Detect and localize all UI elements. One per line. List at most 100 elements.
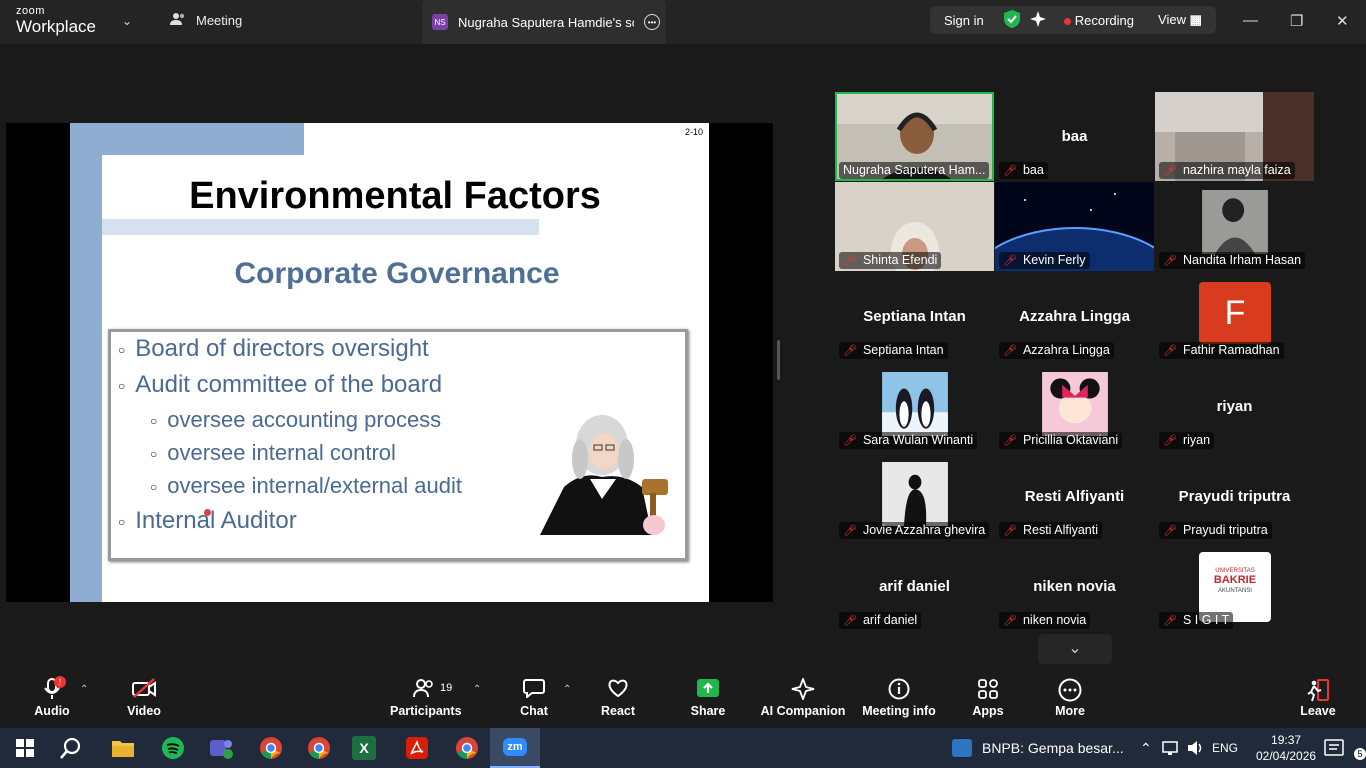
participant-name: Nugraha Saputera Ham... — [839, 162, 989, 179]
logo-line: BAKRIE — [1213, 574, 1257, 586]
share-label: Share — [690, 704, 726, 718]
mic-muted-icon: 🎤︎ — [843, 525, 857, 537]
mic-muted-icon: 🎤︎ — [1163, 165, 1177, 177]
chrome-icon[interactable] — [256, 734, 286, 762]
participant-name-text: Resti Alfiyanti — [1022, 523, 1098, 537]
participant-tile[interactable]: baa 🎤︎ baa — [995, 92, 1154, 181]
participant-name-text: arif daniel — [862, 613, 918, 627]
audio-button[interactable]: Audio ! — [34, 676, 70, 718]
participant-tile[interactable]: 🎤︎ Sara Wulan Winanti — [835, 362, 994, 451]
participant-big-name: Septiana Intan — [863, 308, 966, 325]
sign-in-button[interactable]: Sign in — [944, 13, 984, 28]
restore-icon[interactable]: ❐ — [1290, 12, 1303, 30]
participant-tile[interactable]: arif daniel 🎤︎ arif daniel — [835, 542, 994, 631]
participant-tile[interactable]: 🎤︎ Jovie Azzahra ghevira — [835, 452, 994, 541]
video-button[interactable]: Video — [124, 678, 164, 718]
notification-center-icon[interactable]: 5 — [1324, 728, 1366, 768]
video-off-icon — [124, 678, 164, 704]
spotify-icon[interactable] — [158, 734, 188, 762]
participant-tile[interactable]: riyan 🎤︎ riyan — [1155, 362, 1314, 451]
heart-icon — [598, 678, 638, 704]
participant-tile[interactable]: UNIVERSITAS BAKRIE AKUNTANSI 🎤︎ S I G I T — [1155, 542, 1314, 631]
participant-tile[interactable]: Nugraha Saputera Ham... — [835, 92, 994, 181]
leave-button[interactable]: Leave — [1298, 678, 1338, 718]
participant-name: 🎤︎ Prayudi triputra — [1159, 522, 1272, 539]
participant-tile[interactable]: Prayudi triputra 🎤︎ Prayudi triputra — [1155, 452, 1314, 541]
bullet-item: ○ Board of directors oversight — [118, 335, 429, 362]
clock[interactable]: 19:37 02/04/2026 — [1256, 728, 1316, 768]
recording-indicator[interactable]: Recording — [1063, 13, 1134, 28]
slide-side-bar — [70, 123, 102, 602]
tab-screen-share[interactable]: NS Nugraha Saputera Hamdie's scree ••• — [422, 0, 666, 44]
audio-options-caret-icon[interactable]: ⌃ — [80, 684, 88, 695]
mic-muted-icon: 🎤︎ — [843, 255, 857, 267]
tab-meeting[interactable]: Meeting — [170, 12, 242, 29]
network-icon[interactable] — [1162, 728, 1180, 768]
close-icon[interactable]: ✕ — [1336, 12, 1349, 30]
slide-subtitle: Corporate Governance — [234, 257, 560, 290]
participant-tile[interactable]: 🎤︎ nazhira mayla faiza — [1155, 92, 1314, 181]
ai-companion-button[interactable]: AI Companion — [760, 676, 846, 718]
gallery-scroll-down-icon[interactable]: ⌄ — [1038, 634, 1112, 664]
react-button[interactable]: React — [598, 678, 638, 718]
apps-button[interactable]: Apps — [968, 678, 1008, 718]
slide-page-number: 2-10 — [684, 127, 703, 137]
participant-name: 🎤︎ nazhira mayla faiza — [1159, 162, 1295, 179]
participants-options-caret-icon[interactable]: ⌃ — [473, 684, 481, 695]
participant-avatar — [1042, 372, 1108, 436]
participant-tile[interactable]: 🎤︎ Kevin Ferly — [995, 182, 1154, 271]
initials-badge: NS — [432, 14, 448, 30]
meeting-info-button[interactable]: Meeting info — [860, 678, 938, 718]
excel-icon[interactable]: X — [352, 736, 376, 760]
participants-button[interactable]: Participants 19 — [390, 678, 462, 718]
participant-tile[interactable]: 🎤︎ Nandita Irham Hasan — [1155, 182, 1314, 271]
bullet-text: Board of directors oversight — [135, 335, 429, 362]
chat-button[interactable]: Chat — [516, 678, 552, 718]
minimize-icon[interactable]: — — [1243, 12, 1258, 29]
show-hidden-icons-icon[interactable]: ⌃ — [1140, 728, 1152, 768]
language-indicator[interactable]: ENG — [1212, 728, 1238, 768]
mic-muted-icon: 🎤︎ — [1163, 345, 1177, 357]
participant-tile[interactable]: Azzahra Lingga 🎤︎ Azzahra Lingga — [995, 272, 1154, 361]
participant-tile[interactable]: 🎤︎ Shinta Efendi — [835, 182, 994, 271]
participant-tile[interactable]: F 🎤︎ Fathir Ramadhan — [1155, 272, 1314, 361]
volume-icon[interactable] — [1186, 728, 1204, 768]
shield-icon[interactable] — [1003, 9, 1020, 31]
share-button[interactable]: Share — [688, 678, 728, 718]
file-explorer-icon[interactable] — [108, 734, 138, 762]
windows-taskbar: X zm BNPB: Gempa besar... ⌃ ENG 19:37 02… — [0, 728, 1366, 768]
chrome-icon[interactable] — [304, 734, 334, 762]
participant-name-text: Jovie Azzahra ghevira — [862, 523, 986, 537]
participant-big-name: arif daniel — [879, 578, 950, 595]
participant-tile[interactable]: Resti Alfiyanti 🎤︎ Resti Alfiyanti — [995, 452, 1154, 541]
chrome-icon[interactable] — [452, 734, 482, 762]
tab-meeting-label: Meeting — [196, 13, 243, 28]
view-button[interactable]: View ▦ — [1158, 12, 1202, 28]
bullet-text: oversee accounting process — [167, 407, 442, 432]
sparkle-icon[interactable] — [1029, 10, 1046, 30]
bullet-text: oversee internal/external audit — [167, 473, 462, 498]
participant-name: 🎤︎ Nandita Irham Hasan — [1159, 252, 1306, 269]
teams-icon[interactable] — [206, 734, 236, 762]
people-icon — [170, 12, 186, 29]
search-icon[interactable] — [56, 734, 86, 762]
participant-tile[interactable]: 🎤︎ Pricillia Oktaviani — [995, 362, 1154, 451]
participant-tile[interactable]: niken novia 🎤︎ niken novia — [995, 542, 1154, 631]
participant-name-text: Kevin Ferly — [1022, 253, 1086, 267]
panel-splitter[interactable] — [777, 340, 780, 380]
mic-muted-icon: 🎤︎ — [1003, 615, 1017, 627]
chat-options-caret-icon[interactable]: ⌃ — [563, 684, 571, 695]
more-options-icon[interactable]: ••• — [644, 14, 660, 30]
participant-name-text: Nandita Irham Hasan — [1182, 253, 1302, 267]
clock-time: 19:37 — [1271, 733, 1302, 747]
windows-start-icon[interactable] — [10, 734, 40, 762]
zoom-app-icon[interactable]: zm — [490, 728, 540, 768]
news-widget[interactable]: BNPB: Gempa besar... — [952, 728, 1124, 768]
participant-name: 🎤︎ Azzahra Lingga — [999, 342, 1114, 359]
participant-name: 🎤︎ Jovie Azzahra ghevira — [839, 522, 989, 539]
slide-top-bar — [70, 123, 304, 155]
chevron-down-icon[interactable]: ⌄ — [122, 14, 132, 28]
more-button[interactable]: More — [1050, 678, 1090, 718]
participant-tile[interactable]: Septiana Intan 🎤︎ Septiana Intan — [835, 272, 994, 361]
acrobat-icon[interactable] — [402, 734, 432, 762]
